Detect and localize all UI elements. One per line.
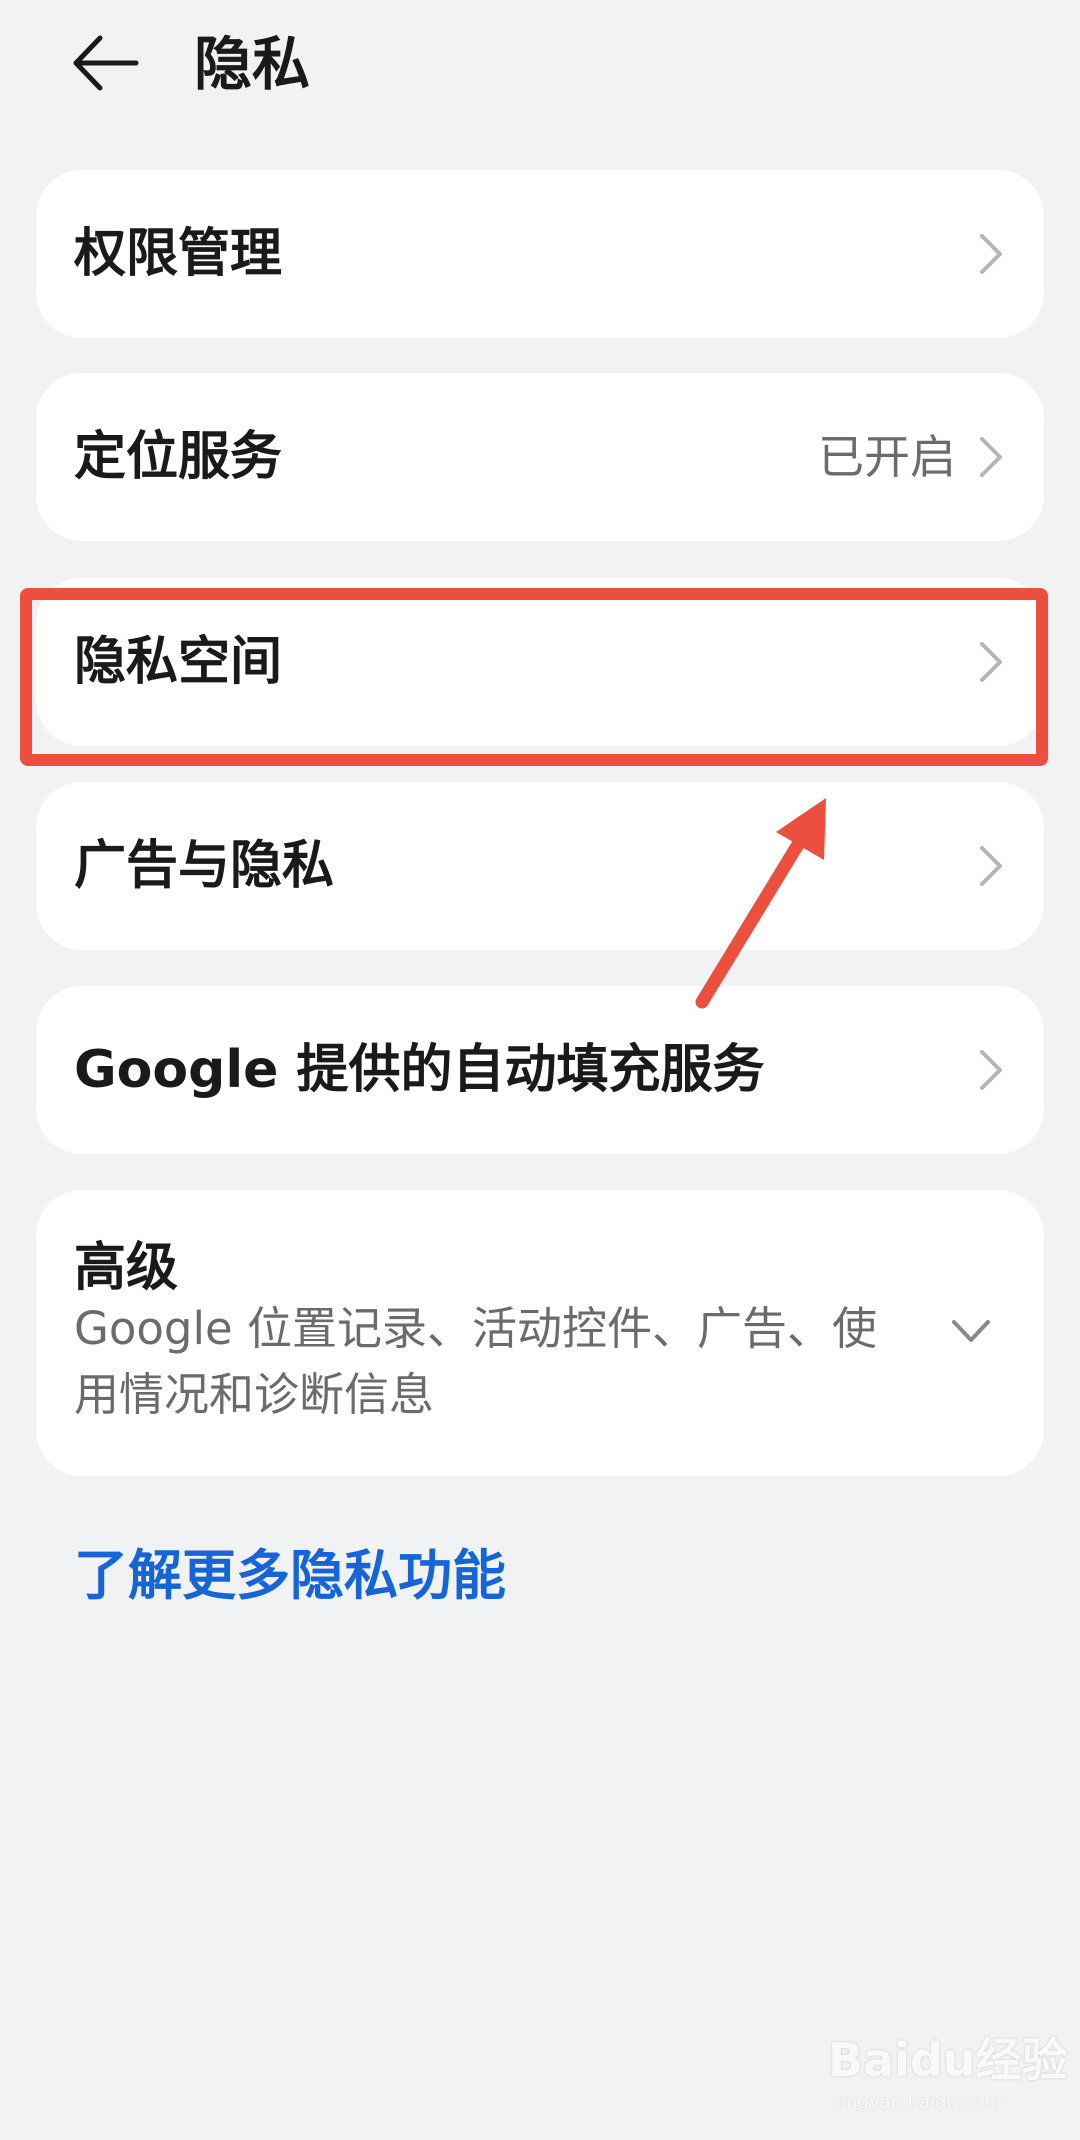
advanced-section[interactable]: 高级 Google 位置记录、活动控件、广告、使用情况和诊断信息 [36,1190,1044,1476]
chevron-right-icon [980,846,1002,886]
advanced-subtitle: Google 位置记录、活动控件、广告、使用情况和诊断信息 [74,1302,877,1421]
watermark-brand: Baidu经验 [828,2033,1068,2087]
row-label: 权限管理 [74,224,283,284]
ads-and-privacy-item[interactable]: 广告与隐私 [36,782,1044,950]
back-button[interactable] [70,28,150,98]
row-label: 广告与隐私 [74,836,335,896]
google-autofill-item[interactable]: Google 提供的自动填充服务 [36,986,1044,1154]
chevron-right-icon [980,437,1002,477]
chevron-right-icon [980,642,1002,682]
advanced-title: 高级 [74,1238,179,1298]
row-label: Google 提供的自动填充服务 [74,1040,765,1100]
chevron-right-icon [980,234,1002,274]
back-arrow-icon [73,35,139,91]
page-title: 隐私 [194,30,311,98]
app-header: 隐私 [0,0,1080,130]
permission-management-item[interactable]: 权限管理 [36,170,1044,338]
location-services-item[interactable]: 定位服务 已开启 [36,373,1044,541]
row-label: 定位服务 [74,427,283,487]
watermark-url: jingyan.baidu.com [836,2092,1003,2113]
chevron-down-icon [952,1320,990,1342]
row-label: 隐私空间 [74,632,283,692]
chevron-right-icon [980,1050,1002,1090]
private-space-item[interactable]: 隐私空间 [36,578,1044,746]
status-value: 已开启 [818,430,956,484]
learn-more-link[interactable]: 了解更多隐私功能 [74,1540,506,1612]
watermark: Baidu经验 jingyan.baidu.com [828,2030,1068,2125]
